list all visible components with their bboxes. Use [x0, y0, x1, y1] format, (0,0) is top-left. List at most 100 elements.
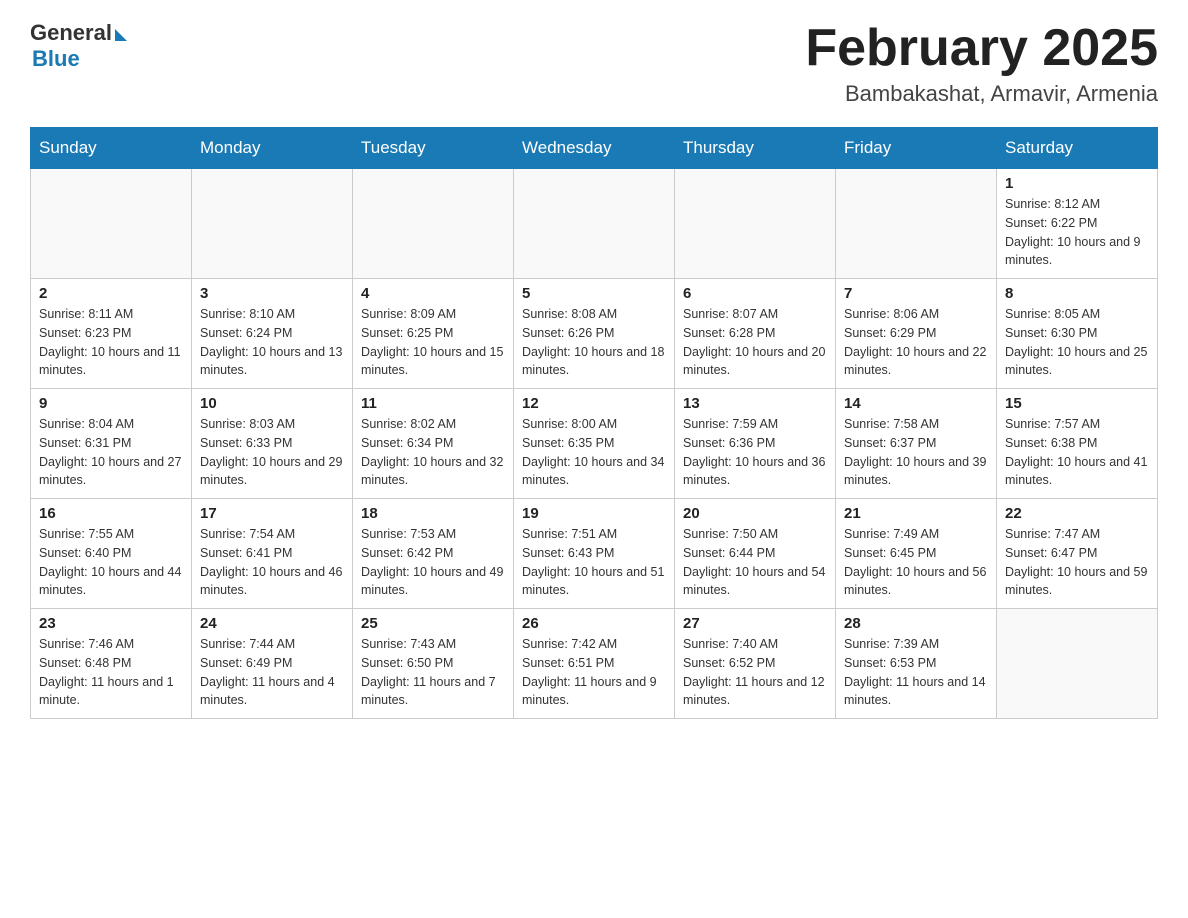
- day-info: Sunrise: 7:40 AM Sunset: 6:52 PM Dayligh…: [683, 635, 827, 710]
- calendar-cell: 14 Sunrise: 7:58 AM Sunset: 6:37 PM Dayli…: [836, 389, 997, 499]
- day-info: Sunrise: 7:54 AM Sunset: 6:41 PM Dayligh…: [200, 525, 344, 600]
- day-info: Sunrise: 7:53 AM Sunset: 6:42 PM Dayligh…: [361, 525, 505, 600]
- calendar-week-row: 2 Sunrise: 8:11 AM Sunset: 6:23 PM Daylig…: [31, 279, 1158, 389]
- calendar-cell: 21Sunrise: 7:49 AM Sunset: 6:45 PM Dayli…: [836, 499, 997, 609]
- day-info: Sunrise: 7:46 AM Sunset: 6:48 PM Dayligh…: [39, 635, 183, 710]
- calendar-cell: [675, 169, 836, 279]
- calendar-cell: 9 Sunrise: 8:04 AM Sunset: 6:31 PM Daylig…: [31, 389, 192, 499]
- calendar-week-row: 1 Sunrise: 8:12 AM Sunset: 6:22 PM Daylig…: [31, 169, 1158, 279]
- day-info: Sunrise: 8:11 AM Sunset: 6:23 PM Dayligh…: [39, 305, 183, 380]
- month-title: February 2025: [805, 20, 1158, 77]
- calendar-cell: 5Sunrise: 8:08 AM Sunset: 6:26 PM Daylig…: [514, 279, 675, 389]
- day-info: Sunrise: 8:12 AM Sunset: 6:22 PM Dayligh…: [1005, 195, 1149, 270]
- calendar-cell: 8 Sunrise: 8:05 AM Sunset: 6:30 PM Daylig…: [997, 279, 1158, 389]
- calendar-cell: 3 Sunrise: 8:10 AM Sunset: 6:24 PM Daylig…: [192, 279, 353, 389]
- calendar-cell: [997, 609, 1158, 719]
- calendar-cell: 25 Sunrise: 7:43 AM Sunset: 6:50 PM Dayli…: [353, 609, 514, 719]
- weekday-header-wednesday: Wednesday: [514, 128, 675, 169]
- day-number: 13: [683, 395, 827, 412]
- day-info: Sunrise: 7:43 AM Sunset: 6:50 PM Dayligh…: [361, 635, 505, 710]
- logo-blue-text: Blue: [32, 46, 80, 72]
- calendar-week-row: 23 Sunrise: 7:46 AM Sunset: 6:48 PM Dayli…: [31, 609, 1158, 719]
- calendar-cell: [514, 169, 675, 279]
- day-number: 10: [200, 395, 344, 412]
- day-number: 25: [361, 615, 505, 632]
- calendar-header-row: SundayMondayTuesdayWednesdayThursdayFrid…: [31, 128, 1158, 169]
- calendar-cell: [31, 169, 192, 279]
- day-number: 26: [522, 615, 666, 632]
- day-info: Sunrise: 8:07 AM Sunset: 6:28 PM Dayligh…: [683, 305, 827, 380]
- calendar-cell: 1 Sunrise: 8:12 AM Sunset: 6:22 PM Daylig…: [997, 169, 1158, 279]
- day-number: 18: [361, 505, 505, 522]
- calendar-cell: 12Sunrise: 8:00 AM Sunset: 6:35 PM Dayli…: [514, 389, 675, 499]
- calendar-cell: 16Sunrise: 7:55 AM Sunset: 6:40 PM Dayli…: [31, 499, 192, 609]
- calendar-cell: [353, 169, 514, 279]
- calendar-week-row: 16Sunrise: 7:55 AM Sunset: 6:40 PM Dayli…: [31, 499, 1158, 609]
- day-info: Sunrise: 8:10 AM Sunset: 6:24 PM Dayligh…: [200, 305, 344, 380]
- weekday-header-monday: Monday: [192, 128, 353, 169]
- weekday-header-sunday: Sunday: [31, 128, 192, 169]
- calendar-cell: 20 Sunrise: 7:50 AM Sunset: 6:44 PM Dayli…: [675, 499, 836, 609]
- day-number: 24: [200, 615, 344, 632]
- day-number: 2: [39, 285, 183, 302]
- day-info: Sunrise: 8:09 AM Sunset: 6:25 PM Dayligh…: [361, 305, 505, 380]
- logo: General Blue: [30, 20, 127, 72]
- day-number: 4: [361, 285, 505, 302]
- day-number: 9: [39, 395, 183, 412]
- calendar-cell: 22 Sunrise: 7:47 AM Sunset: 6:47 PM Dayli…: [997, 499, 1158, 609]
- day-number: 1: [1005, 175, 1149, 192]
- calendar-cell: 27Sunrise: 7:40 AM Sunset: 6:52 PM Dayli…: [675, 609, 836, 719]
- day-info: Sunrise: 7:44 AM Sunset: 6:49 PM Dayligh…: [200, 635, 344, 710]
- calendar-cell: 15 Sunrise: 7:57 AM Sunset: 6:38 PM Dayli…: [997, 389, 1158, 499]
- day-number: 21: [844, 505, 988, 522]
- day-number: 23: [39, 615, 183, 632]
- day-info: Sunrise: 7:57 AM Sunset: 6:38 PM Dayligh…: [1005, 415, 1149, 490]
- day-info: Sunrise: 7:55 AM Sunset: 6:40 PM Dayligh…: [39, 525, 183, 600]
- day-number: 7: [844, 285, 988, 302]
- calendar-cell: [192, 169, 353, 279]
- calendar-cell: 6 Sunrise: 8:07 AM Sunset: 6:28 PM Daylig…: [675, 279, 836, 389]
- day-number: 11: [361, 395, 505, 412]
- logo-general-text: General: [30, 20, 112, 46]
- calendar-week-row: 9 Sunrise: 8:04 AM Sunset: 6:31 PM Daylig…: [31, 389, 1158, 499]
- calendar-cell: 26Sunrise: 7:42 AM Sunset: 6:51 PM Dayli…: [514, 609, 675, 719]
- calendar-cell: 19Sunrise: 7:51 AM Sunset: 6:43 PM Dayli…: [514, 499, 675, 609]
- calendar-cell: 10 Sunrise: 8:03 AM Sunset: 6:33 PM Dayli…: [192, 389, 353, 499]
- logo-arrow-icon: [115, 29, 127, 41]
- day-number: 22: [1005, 505, 1149, 522]
- calendar-cell: 2 Sunrise: 8:11 AM Sunset: 6:23 PM Daylig…: [31, 279, 192, 389]
- day-info: Sunrise: 8:03 AM Sunset: 6:33 PM Dayligh…: [200, 415, 344, 490]
- day-number: 19: [522, 505, 666, 522]
- day-info: Sunrise: 8:05 AM Sunset: 6:30 PM Dayligh…: [1005, 305, 1149, 380]
- weekday-header-friday: Friday: [836, 128, 997, 169]
- calendar-cell: [836, 169, 997, 279]
- day-number: 14: [844, 395, 988, 412]
- calendar-cell: 17Sunrise: 7:54 AM Sunset: 6:41 PM Dayli…: [192, 499, 353, 609]
- calendar-cell: 24 Sunrise: 7:44 AM Sunset: 6:49 PM Dayli…: [192, 609, 353, 719]
- day-number: 3: [200, 285, 344, 302]
- weekday-header-thursday: Thursday: [675, 128, 836, 169]
- calendar-cell: 18 Sunrise: 7:53 AM Sunset: 6:42 PM Dayli…: [353, 499, 514, 609]
- day-number: 6: [683, 285, 827, 302]
- calendar-table: SundayMondayTuesdayWednesdayThursdayFrid…: [30, 127, 1158, 719]
- page-header: General Blue February 2025 Bambakashat, …: [30, 20, 1158, 107]
- calendar-cell: 11Sunrise: 8:02 AM Sunset: 6:34 PM Dayli…: [353, 389, 514, 499]
- day-number: 20: [683, 505, 827, 522]
- day-info: Sunrise: 8:00 AM Sunset: 6:35 PM Dayligh…: [522, 415, 666, 490]
- day-info: Sunrise: 8:08 AM Sunset: 6:26 PM Dayligh…: [522, 305, 666, 380]
- day-number: 28: [844, 615, 988, 632]
- day-number: 15: [1005, 395, 1149, 412]
- day-number: 8: [1005, 285, 1149, 302]
- day-info: Sunrise: 8:04 AM Sunset: 6:31 PM Dayligh…: [39, 415, 183, 490]
- calendar-cell: 7 Sunrise: 8:06 AM Sunset: 6:29 PM Daylig…: [836, 279, 997, 389]
- weekday-header-tuesday: Tuesday: [353, 128, 514, 169]
- day-info: Sunrise: 7:58 AM Sunset: 6:37 PM Dayligh…: [844, 415, 988, 490]
- title-section: February 2025 Bambakashat, Armavir, Arme…: [805, 20, 1158, 107]
- day-info: Sunrise: 8:06 AM Sunset: 6:29 PM Dayligh…: [844, 305, 988, 380]
- day-info: Sunrise: 7:47 AM Sunset: 6:47 PM Dayligh…: [1005, 525, 1149, 600]
- calendar-cell: 13Sunrise: 7:59 AM Sunset: 6:36 PM Dayli…: [675, 389, 836, 499]
- calendar-cell: 28Sunrise: 7:39 AM Sunset: 6:53 PM Dayli…: [836, 609, 997, 719]
- calendar-cell: 23 Sunrise: 7:46 AM Sunset: 6:48 PM Dayli…: [31, 609, 192, 719]
- weekday-header-saturday: Saturday: [997, 128, 1158, 169]
- day-info: Sunrise: 7:50 AM Sunset: 6:44 PM Dayligh…: [683, 525, 827, 600]
